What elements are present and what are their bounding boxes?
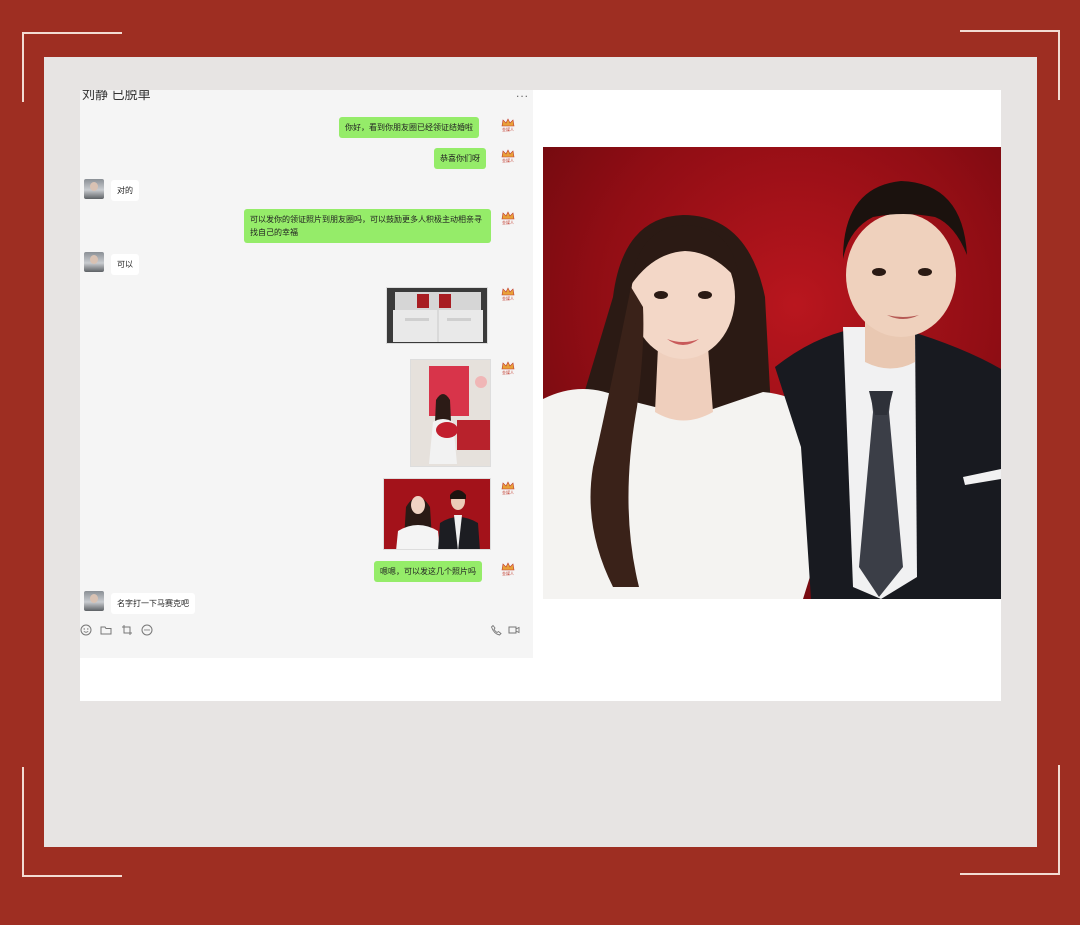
image-message-couple[interactable] <box>383 478 491 550</box>
crown-logo-icon <box>501 361 515 370</box>
chat-header: 刘静 已脱单 ... <box>80 90 533 102</box>
contact-avatar[interactable] <box>84 252 104 272</box>
video-icon[interactable] <box>508 624 520 636</box>
self-avatar[interactable]: 金媒人 <box>499 562 517 580</box>
self-avatar[interactable]: 金媒人 <box>499 211 517 229</box>
message-bubble[interactable]: 你好，看到你朋友圈已经领证结婚啦 <box>339 117 479 138</box>
message-out: 嗯嗯，可以发这几个照片吗 <box>374 561 482 582</box>
message-in: 对的 <box>111 180 139 201</box>
image-message-bride[interactable] <box>410 359 491 467</box>
message-in: 名字打一下马赛克吧 <box>111 593 195 614</box>
couple-thumbnail-photo <box>384 479 490 549</box>
screenshot-icon[interactable] <box>121 624 133 636</box>
contact-name: 刘静 已脱单 <box>82 90 151 102</box>
emoji-icon[interactable] <box>80 624 92 636</box>
crown-logo-icon <box>501 287 515 296</box>
self-avatar[interactable]: 金媒人 <box>499 149 517 167</box>
chat-history-icon[interactable] <box>141 624 153 636</box>
logo-text: 金媒人 <box>502 296 514 301</box>
crown-logo-icon <box>501 481 515 490</box>
message-bubble[interactable]: 名字打一下马赛克吧 <box>111 593 195 614</box>
couple-portrait-illustration <box>543 147 1001 599</box>
logo-text: 金媒人 <box>502 127 514 132</box>
logo-text: 金媒人 <box>502 571 514 576</box>
message-bubble[interactable]: 可以 <box>111 254 139 275</box>
message-bubble[interactable]: 对的 <box>111 180 139 201</box>
crown-logo-icon <box>501 149 515 158</box>
logo-text: 金媒人 <box>502 220 514 225</box>
message-bubble[interactable]: 可以发你的领证照片到朋友圈吗，可以鼓励更多人积极主动相亲寻找自己的幸福 <box>244 209 491 243</box>
logo-text: 金媒人 <box>502 158 514 163</box>
self-avatar[interactable]: 金媒人 <box>499 287 517 305</box>
more-options-icon[interactable]: ... <box>516 90 529 100</box>
phone-icon[interactable] <box>490 624 502 636</box>
contact-avatar[interactable] <box>84 179 104 199</box>
contact-avatar[interactable] <box>84 591 104 611</box>
self-avatar[interactable]: 金媒人 <box>499 361 517 379</box>
self-avatar[interactable]: 金媒人 <box>499 118 517 136</box>
crown-logo-icon <box>501 562 515 571</box>
folder-icon[interactable] <box>100 624 112 636</box>
certificate-photo <box>387 288 487 343</box>
couple-wedding-photo <box>543 147 1001 599</box>
image-message-certificate[interactable] <box>386 287 488 344</box>
logo-text: 金媒人 <box>502 370 514 375</box>
message-out: 可以发你的领证照片到朋友圈吗，可以鼓励更多人积极主动相亲寻找自己的幸福 <box>244 209 491 243</box>
message-in: 可以 <box>111 254 139 275</box>
crown-logo-icon <box>501 211 515 220</box>
logo-text: 金媒人 <box>502 490 514 495</box>
message-bubble[interactable]: 嗯嗯，可以发这几个照片吗 <box>374 561 482 582</box>
crown-logo-icon <box>501 118 515 127</box>
message-out: 恭喜你们呀 <box>434 148 486 169</box>
message-bubble[interactable]: 恭喜你们呀 <box>434 148 486 169</box>
bride-photo <box>411 360 490 466</box>
self-avatar[interactable]: 金媒人 <box>499 481 517 499</box>
message-out: 你好，看到你朋友圈已经领证结婚啦 <box>339 117 479 138</box>
chat-toolbar <box>80 624 533 638</box>
